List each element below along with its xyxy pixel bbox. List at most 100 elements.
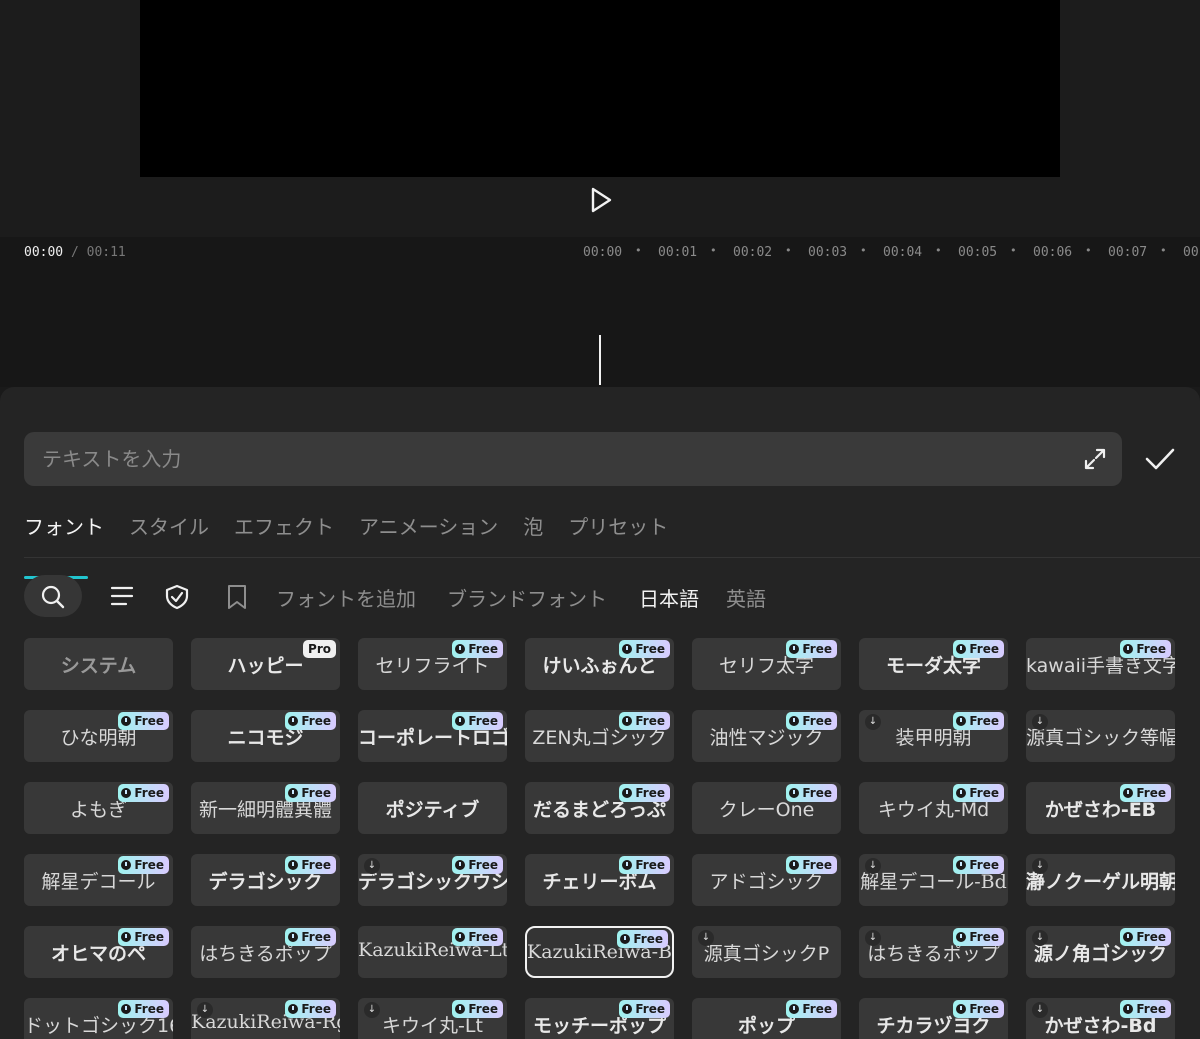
font-item[interactable]: オヒマのペ Free: [24, 926, 173, 978]
free-badge: Free: [619, 856, 670, 874]
clock-icon: [622, 716, 633, 726]
tab-bubble[interactable]: 泡: [523, 507, 543, 557]
font-item[interactable]: だるまどろっぷ Free: [525, 782, 674, 834]
font-item[interactable]: コーポレートロゴ Free: [358, 710, 507, 762]
badge-text: Free: [468, 858, 498, 872]
font-item[interactable]: モーダ太字 Free: [859, 638, 1008, 690]
font-item[interactable]: けいふぉんと Free: [525, 638, 674, 690]
shield-check-icon[interactable]: [164, 584, 190, 610]
free-badge: Free: [786, 784, 837, 802]
clock-icon: [455, 716, 466, 726]
font-item[interactable]: はちきるポップ Free ↓: [859, 926, 1008, 978]
font-item[interactable]: ポジティブ: [358, 782, 507, 834]
font-item[interactable]: クレーOne Free: [692, 782, 841, 834]
confirm-check-icon[interactable]: [1144, 445, 1176, 473]
filter-japanese[interactable]: 日本語: [639, 583, 699, 612]
free-badge: Free: [285, 712, 336, 730]
search-icon: [41, 585, 65, 609]
clock-icon: [956, 932, 967, 942]
font-item[interactable]: セリフライト Free: [358, 638, 507, 690]
badge-text: Free: [635, 858, 665, 872]
tab-effect[interactable]: エフェクト: [234, 507, 334, 557]
list-filter-icon[interactable]: [110, 584, 134, 608]
playhead[interactable]: [599, 335, 601, 385]
tab-font[interactable]: フォント: [24, 507, 104, 579]
font-item[interactable]: 源ノ角ゴシック Free ↓: [1026, 926, 1175, 978]
font-item[interactable]: チェリーボム Free: [525, 854, 674, 906]
badge-text: Free: [635, 642, 665, 656]
font-item[interactable]: ドットゴシック16 Free: [24, 998, 173, 1039]
clock-icon: [622, 644, 633, 654]
font-item[interactable]: 新一細明體異體 Free: [191, 782, 340, 834]
font-item[interactable]: はちきるポップ Free: [191, 926, 340, 978]
font-item[interactable]: デラゴシックウシ Free ↓: [358, 854, 507, 906]
expand-icon[interactable]: [1084, 448, 1106, 470]
font-item[interactable]: 解星デコール-Bd Free ↓: [859, 854, 1008, 906]
tab-style[interactable]: スタイル: [129, 507, 209, 557]
font-item[interactable]: ひな明朝 Free: [24, 710, 173, 762]
font-item[interactable]: ニコモジ Free: [191, 710, 340, 762]
free-badge: Free: [619, 712, 670, 730]
font-item[interactable]: よもぎ Free: [24, 782, 173, 834]
font-item[interactable]: 瀞ノクーゲル明朝 ↓: [1026, 854, 1175, 906]
current-time: 00:00: [24, 245, 64, 260]
font-item[interactable]: 源真ゴシック等幅 ↓: [1026, 710, 1175, 762]
font-item[interactable]: ZEN丸ゴシック Free: [525, 710, 674, 762]
video-preview-area: [0, 0, 1200, 237]
download-icon: ↓: [698, 930, 714, 946]
tab-animation[interactable]: アニメーション: [359, 507, 498, 557]
filter-brand-font[interactable]: ブランドフォント: [447, 583, 607, 612]
timeline[interactable]: 00:00 / 00:11 00:0000:0100:0200:0300:040…: [0, 237, 1200, 387]
font-item[interactable]: 解星デコール Free: [24, 854, 173, 906]
bookmark-icon[interactable]: [226, 584, 248, 610]
font-item[interactable]: KazukiReiwa-Lt Free: [358, 926, 507, 978]
clock-icon: [956, 644, 967, 654]
text-input[interactable]: [42, 432, 1082, 486]
play-icon[interactable]: [588, 186, 614, 214]
font-item[interactable]: 装甲明朝 Free ↓: [859, 710, 1008, 762]
font-item[interactable]: キウイ丸-Lt Free ↓: [358, 998, 507, 1039]
clock-icon: [1123, 644, 1134, 654]
font-item-label: 源真ゴシック等幅: [1026, 727, 1175, 749]
font-item[interactable]: デラゴシック Free: [191, 854, 340, 906]
download-icon: ↓: [1032, 930, 1048, 946]
clock-icon: [789, 788, 800, 798]
font-item[interactable]: システム: [24, 638, 173, 690]
font-item[interactable]: キウイ丸-Md Free: [859, 782, 1008, 834]
free-badge: Free: [953, 856, 1004, 874]
clock-icon: [956, 1004, 967, 1014]
free-badge: Free: [953, 712, 1004, 730]
font-item[interactable]: KazukiReiwa-Rg Free ↓: [191, 998, 340, 1039]
font-item[interactable]: かぜさわ-EB Free: [1026, 782, 1175, 834]
font-item[interactable]: かぜさわ-Bd Free ↓: [1026, 998, 1175, 1039]
font-item[interactable]: 油性マジック Free: [692, 710, 841, 762]
font-item[interactable]: アドゴシック Free: [692, 854, 841, 906]
search-button[interactable]: [24, 575, 82, 617]
text-input-box[interactable]: [24, 432, 1122, 486]
font-item[interactable]: ハッピー Pro: [191, 638, 340, 690]
clock-icon: [121, 788, 132, 798]
font-item[interactable]: モッチーポップ Free: [525, 998, 674, 1039]
tab-preset[interactable]: プリセット: [568, 507, 668, 557]
font-item[interactable]: KazukiReiwa-Bd Free: [525, 926, 674, 978]
free-badge: Free: [118, 712, 169, 730]
panel-tabs: フォント スタイル エフェクト アニメーション 泡 プリセット: [24, 507, 693, 579]
font-item[interactable]: 源真ゴシックP ↓: [692, 926, 841, 978]
filter-add-font[interactable]: フォントを追加: [276, 583, 416, 612]
font-item[interactable]: kawaii手書き文字 Free: [1026, 638, 1175, 690]
font-item[interactable]: セリフ太字 Free: [692, 638, 841, 690]
font-item[interactable]: チカラヅヨク Free: [859, 998, 1008, 1039]
timeline-tick: 00:03: [808, 244, 883, 260]
font-item[interactable]: ポップ Free: [692, 998, 841, 1039]
clock-icon: [288, 716, 299, 726]
timeline-ruler: 00:0000:0100:0200:0300:0400:0500:0600:07…: [583, 244, 1200, 260]
filter-english[interactable]: 英語: [726, 583, 766, 612]
badge-text: Free: [301, 858, 331, 872]
free-badge: Free: [118, 928, 169, 946]
badge-text: Free: [969, 858, 999, 872]
badge-text: Free: [1136, 786, 1166, 800]
badge-text: Free: [468, 930, 498, 944]
download-icon: ↓: [1032, 714, 1048, 730]
timeline-tick: 00:04: [883, 244, 958, 260]
clock-icon: [1123, 788, 1134, 798]
